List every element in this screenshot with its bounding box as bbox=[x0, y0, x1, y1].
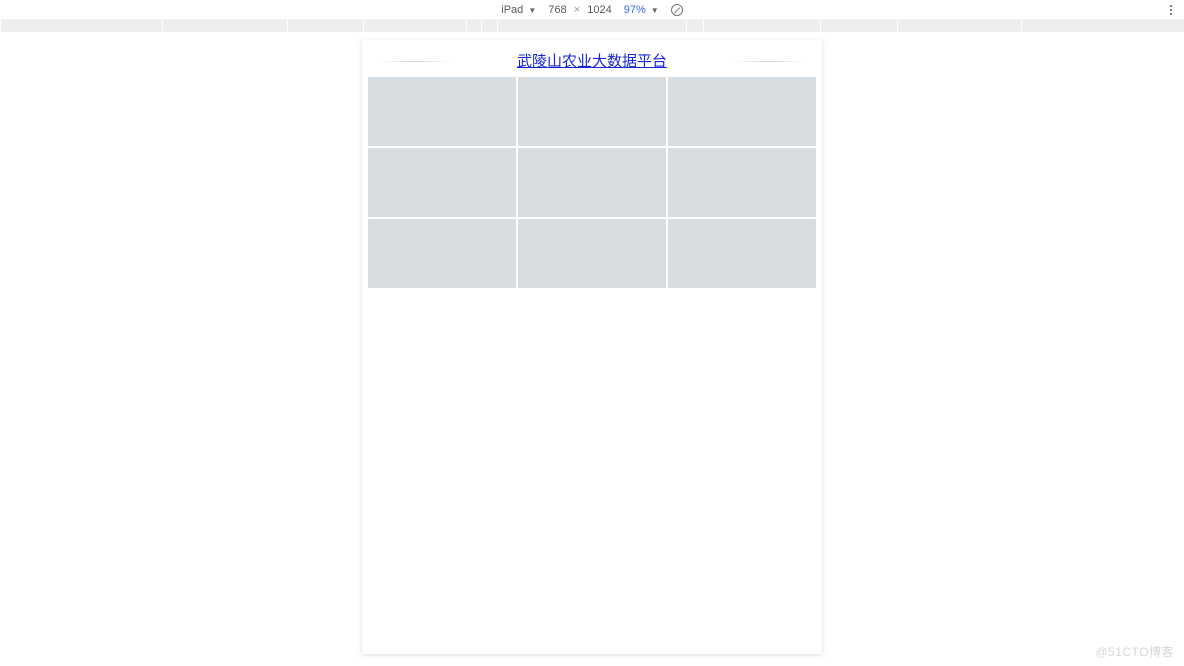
device-select[interactable]: iPad ▼ bbox=[501, 4, 536, 16]
dimensions: 768 × 1024 bbox=[548, 4, 611, 16]
grid-cell bbox=[518, 148, 666, 217]
zoom-select[interactable]: 97% ▼ bbox=[624, 4, 659, 16]
page-title: 武陵山农业大数据平台 bbox=[368, 50, 816, 71]
times-icon: × bbox=[574, 4, 580, 16]
ruler-tick bbox=[703, 20, 704, 32]
ruler-tick bbox=[466, 20, 467, 32]
ruler-tick bbox=[820, 20, 821, 32]
ruler-tick bbox=[481, 20, 482, 32]
grid-cell bbox=[668, 77, 816, 146]
ruler-tick bbox=[686, 20, 687, 32]
device-label: iPad bbox=[501, 4, 523, 16]
grid-cell bbox=[668, 219, 816, 288]
ruler-tick bbox=[897, 20, 898, 32]
ruler-tick bbox=[287, 20, 288, 32]
grid-cell bbox=[668, 148, 816, 217]
device-toolbar: iPad ▼ 768 × 1024 97% ▼ bbox=[0, 0, 1184, 20]
grid bbox=[368, 77, 816, 288]
height-input[interactable]: 1024 bbox=[587, 4, 611, 16]
ruler-tick bbox=[497, 20, 498, 32]
caret-down-icon: ▼ bbox=[651, 6, 659, 15]
ruler bbox=[0, 20, 1184, 32]
width-input[interactable]: 768 bbox=[548, 4, 566, 16]
grid-cell bbox=[518, 219, 666, 288]
caret-down-icon: ▼ bbox=[528, 6, 536, 15]
device-frame: 武陵山农业大数据平台 bbox=[362, 40, 822, 654]
ruler-tick bbox=[162, 20, 163, 32]
workspace: 武陵山农业大数据平台 bbox=[0, 32, 1184, 666]
ruler-tick bbox=[1021, 20, 1022, 32]
page-title-link[interactable]: 武陵山农业大数据平台 bbox=[517, 53, 667, 70]
grid-cell bbox=[518, 77, 666, 146]
zoom-label: 97% bbox=[624, 4, 646, 16]
grid-cell bbox=[368, 219, 516, 288]
ruler-tick bbox=[363, 20, 364, 32]
grid-cell bbox=[368, 77, 516, 146]
kebab-menu-icon[interactable] bbox=[1166, 3, 1176, 17]
no-throttling-icon[interactable] bbox=[671, 4, 683, 16]
ruler-tick bbox=[0, 20, 1, 32]
grid-cell bbox=[368, 148, 516, 217]
